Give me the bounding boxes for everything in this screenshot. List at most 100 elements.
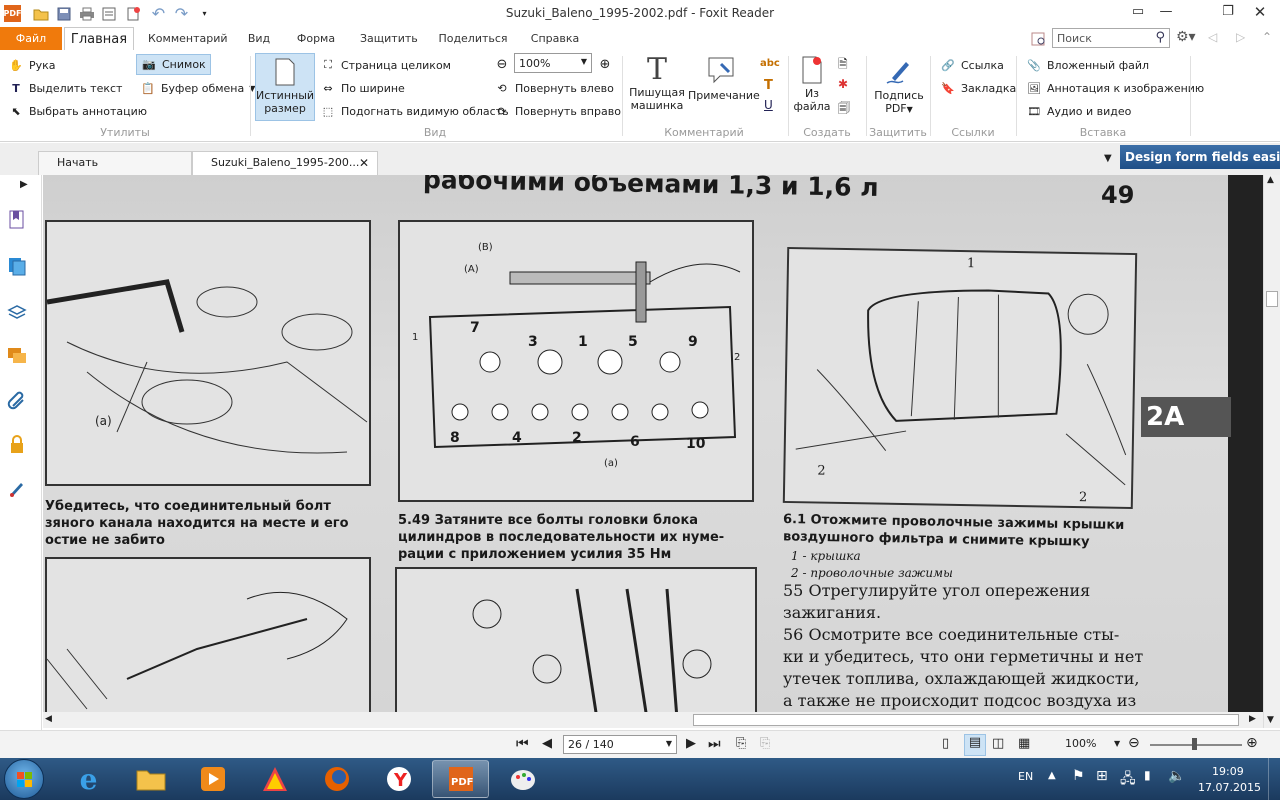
continuous-page-icon[interactable]: ▤ (964, 734, 986, 756)
horizontal-scrollbar[interactable]: ◀ ▶ (43, 712, 1263, 728)
image-annotation-button[interactable]: 🖼 Аннотация к изображению (1026, 79, 1204, 97)
security-panel-icon[interactable] (6, 433, 28, 455)
comments-panel-icon[interactable] (6, 345, 28, 367)
previous-page-icon[interactable]: ◀ (542, 736, 552, 751)
search-input[interactable]: Поиск (1057, 32, 1092, 45)
tab-view[interactable]: Вид (244, 27, 274, 50)
scroll-thumb[interactable] (1266, 291, 1278, 307)
continuous-facing-icon[interactable]: ▦ (1018, 736, 1030, 751)
search-icon[interactable]: ⚲ (1155, 30, 1165, 45)
action-center-flag-icon[interactable]: ⚑ (1072, 768, 1085, 784)
tab-home[interactable]: Главная (64, 27, 134, 51)
create-blank-icon[interactable]: 🗎 (838, 55, 848, 76)
audio-video-button[interactable]: 🎞 Аудио и видео (1026, 102, 1131, 120)
scroll-thumb[interactable] (693, 714, 1239, 726)
fit-page-button[interactable]: ⛶ Страница целиком (320, 56, 451, 74)
nav-back-icon[interactable]: ◁ (1208, 30, 1217, 44)
taskbar-media[interactable] (184, 760, 241, 798)
clipboard-button[interactable]: 📋 Буфер обмена ▼ (140, 79, 255, 97)
bookmark-button[interactable]: 🔖 Закладка (940, 79, 1016, 97)
scroll-right-icon[interactable]: ▶ (1249, 714, 1256, 724)
network-alert-icon[interactable]: 🖧 (1120, 768, 1136, 792)
zoom-dropdown-icon[interactable]: ▼ (1114, 739, 1120, 748)
next-view-icon[interactable]: ⎘ (760, 736, 770, 751)
close-button[interactable]: ✕ (1250, 4, 1270, 20)
zoom-select[interactable]: 100% ▼ (514, 53, 592, 73)
nav-forward-icon[interactable]: ▷ (1236, 30, 1245, 44)
windows-tray-icon[interactable]: ⊞ (1096, 768, 1108, 784)
clock-date[interactable]: 17.07.2015 (1198, 781, 1261, 794)
fit-width-button[interactable]: ⇔ По ширине (320, 79, 404, 97)
rotate-right-button[interactable]: ⟳ Повернуть вправо (494, 102, 621, 120)
attach-file-button[interactable]: 📎 Вложенный файл (1026, 56, 1149, 74)
facing-pages-icon[interactable]: ◫ (992, 736, 1004, 751)
tab-share[interactable]: Поделиться (438, 27, 508, 50)
attachments-panel-icon[interactable] (6, 389, 28, 411)
note-button[interactable]: Примечание (688, 54, 760, 102)
scroll-down-icon[interactable]: ▼ (1267, 715, 1274, 725)
page-number-select[interactable]: 26 / 140 ▼ (563, 735, 677, 754)
first-page-icon[interactable]: ⏮ (516, 736, 529, 752)
zoom-in-icon[interactable]: ⊕ (597, 56, 613, 72)
settings-gear-icon[interactable]: ⚙▾ (1176, 29, 1196, 45)
tray-expand-icon[interactable]: ▲ (1048, 770, 1056, 781)
taskbar-ie[interactable]: e (60, 760, 117, 798)
tab-comment[interactable]: Комментарий (148, 27, 228, 50)
taskbar-yandex[interactable]: Y (370, 760, 427, 798)
create-scanner-icon[interactable]: ✱ (838, 77, 848, 91)
bookmarks-panel-icon[interactable] (6, 209, 28, 231)
next-page-icon[interactable]: ▶ (686, 736, 696, 751)
underline-icon[interactable]: U (764, 98, 773, 112)
close-tab-icon[interactable]: ✕ (359, 152, 369, 174)
zoom-out-icon[interactable]: ⊖ (494, 56, 510, 72)
language-indicator[interactable]: EN (1018, 770, 1033, 783)
vertical-scrollbar[interactable]: ▲ ▼ (1263, 175, 1280, 728)
create-clipboard-icon[interactable]: 🗐 (838, 99, 850, 120)
tab-file[interactable]: Файл (0, 27, 62, 50)
signal-icon[interactable]: ▮ (1144, 768, 1151, 782)
volume-icon[interactable]: 🔈 (1168, 768, 1185, 784)
tab-protect[interactable]: Защитить (360, 27, 418, 50)
hand-tool-button[interactable]: ✋ Рука (8, 56, 55, 74)
tab-start[interactable]: Начать (38, 151, 192, 175)
typewriter-button[interactable]: T Пишущая машинка (628, 54, 686, 113)
tab-document[interactable]: Suzuki_Baleno_1995-200... ✕ (192, 151, 378, 175)
zoom-level[interactable]: 100% (1065, 737, 1096, 750)
select-annotation-button[interactable]: ⬉ Выбрать аннотацию (8, 102, 147, 120)
zoom-in-icon[interactable]: ⊕ (1246, 735, 1258, 751)
taskbar-explorer[interactable] (122, 760, 179, 798)
from-file-button[interactable]: Из файла (792, 56, 832, 113)
find-icon[interactable] (1031, 31, 1047, 47)
scroll-up-icon[interactable]: ▲ (1267, 175, 1274, 185)
taskbar-app[interactable] (246, 760, 303, 798)
actual-size-button[interactable]: Истинный размер (255, 53, 315, 121)
zoom-slider-handle[interactable] (1192, 738, 1197, 750)
single-page-icon[interactable]: ▯ (942, 736, 949, 751)
tab-form[interactable]: Форма (294, 27, 338, 50)
select-text-button[interactable]: T Выделить текст (8, 79, 122, 97)
start-button[interactable] (4, 759, 44, 799)
taskbar-foxit[interactable]: PDF (432, 760, 489, 798)
fit-visible-button[interactable]: ⬚ Подогнать видимую область (320, 102, 509, 120)
last-page-icon[interactable]: ⏭ (708, 736, 721, 752)
tab-help[interactable]: Справка (530, 27, 580, 50)
link-button[interactable]: 🔗 Ссылка (940, 56, 1004, 74)
tab-list-dropdown-icon[interactable]: ▼ (1104, 153, 1112, 164)
show-desktop-button[interactable] (1268, 758, 1280, 800)
text-strike-icon[interactable]: T (764, 78, 773, 93)
snapshot-button[interactable]: 📷 Снимок (136, 54, 211, 75)
minimize-button[interactable]: — (1156, 4, 1176, 20)
previous-view-icon[interactable]: ⎘ (736, 736, 746, 751)
layers-panel-icon[interactable] (6, 301, 28, 323)
taskbar-paint[interactable] (494, 760, 551, 798)
scroll-left-icon[interactable]: ◀ (45, 714, 52, 724)
signatures-panel-icon[interactable] (6, 477, 28, 499)
ribbon-collapse-icon[interactable]: ⌃ (1262, 30, 1272, 44)
expand-panel-icon[interactable]: ▶ (20, 179, 28, 190)
promo-banner[interactable]: Design form fields easily (1120, 145, 1280, 169)
pages-panel-icon[interactable] (6, 255, 28, 277)
document-page[interactable]: рабочими объемами 1,3 и 1,6 л 49 2А (a) … (43, 175, 1263, 712)
taskbar-firefox[interactable] (308, 760, 365, 798)
sign-pdf-button[interactable]: Подпись PDF▼ (872, 54, 926, 116)
restore-button[interactable]: ❐ (1218, 4, 1238, 20)
